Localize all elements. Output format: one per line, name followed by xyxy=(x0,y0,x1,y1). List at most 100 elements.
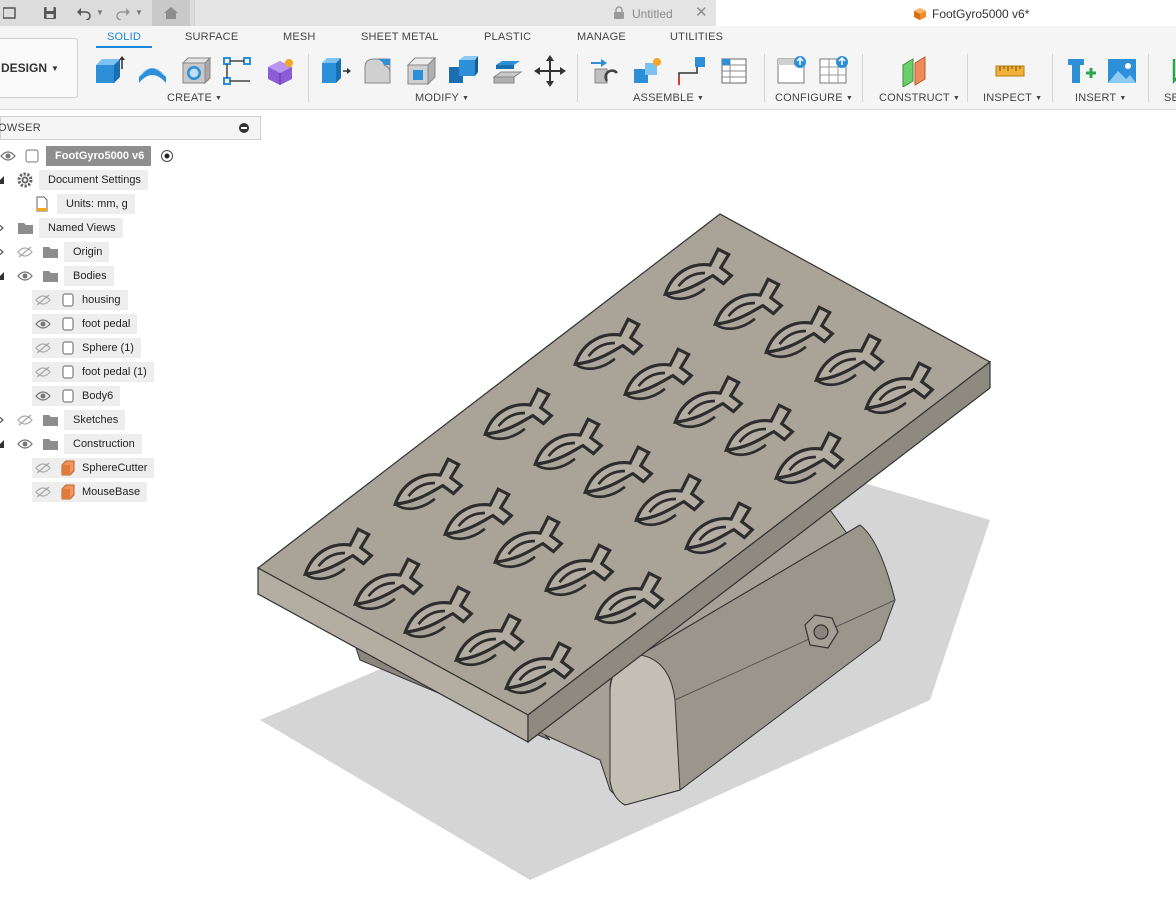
browser-node-document-settings[interactable]: Document Settings xyxy=(0,170,160,190)
new-component-icon[interactable] xyxy=(92,54,126,88)
activate-radio-icon[interactable] xyxy=(159,148,175,164)
group-inspect[interactable]: INSPECT ▼ xyxy=(983,92,1042,104)
browser-node-origin[interactable]: Origin xyxy=(0,242,160,262)
expand-triangle-icon[interactable] xyxy=(0,174,6,186)
offset-plane-icon[interactable] xyxy=(898,54,932,88)
browser-node-mousebase[interactable]: MouseBase xyxy=(0,482,180,502)
title-bar: ▼ ▼ Untitled ✕ FootGyro5000 v6* xyxy=(0,0,1176,26)
tab-mesh[interactable]: MESH xyxy=(283,31,316,43)
group-divider xyxy=(862,54,863,102)
tab-solid[interactable]: SOLID xyxy=(107,31,141,43)
browser-node-housing[interactable]: housing xyxy=(0,290,160,310)
group-modify[interactable]: MODIFY ▼ xyxy=(415,92,469,104)
expand-triangle-icon[interactable] xyxy=(0,438,6,450)
hole-icon[interactable] xyxy=(178,54,212,88)
eye-icon[interactable] xyxy=(0,148,16,164)
browser-node-foot-pedal[interactable]: foot pedal xyxy=(0,314,160,334)
tab-plastic[interactable]: PLASTIC xyxy=(484,31,531,43)
tab-untitled[interactable]: Untitled ✕ xyxy=(194,0,716,26)
browser-node-foot-pedal-1[interactable]: foot pedal (1) xyxy=(0,362,180,382)
body-icon xyxy=(60,388,76,404)
browser-node-bodies[interactable]: Bodies xyxy=(0,266,160,286)
ribbon-toolbar: DESIGN ▼ SOLID SURFACE MESH SHEET METAL … xyxy=(0,26,1176,110)
collapsed-triangle-icon[interactable] xyxy=(0,246,6,258)
eye-hidden-icon[interactable] xyxy=(35,292,51,308)
measure-icon[interactable] xyxy=(993,54,1027,88)
joint-icon[interactable] xyxy=(588,54,622,88)
eye-hidden-icon[interactable] xyxy=(35,364,51,380)
replace-face-icon[interactable] xyxy=(490,54,524,88)
browser-node-named-views[interactable]: Named Views xyxy=(0,218,160,238)
press-pull-icon[interactable] xyxy=(318,54,352,88)
expand-triangle-icon[interactable] xyxy=(0,270,6,282)
insert-canvas-icon[interactable] xyxy=(1105,54,1139,88)
eye-hidden-icon[interactable] xyxy=(35,484,51,500)
form-icon[interactable] xyxy=(263,54,297,88)
motion-link-icon[interactable] xyxy=(674,54,708,88)
eye-hidden-icon[interactable] xyxy=(35,340,51,356)
browser-label[interactable]: Document Settings xyxy=(39,170,148,190)
browser-label[interactable]: Units: mm, g xyxy=(57,194,135,214)
tab-manage[interactable]: MANAGE xyxy=(577,31,626,43)
undo-caret-icon[interactable]: ▼ xyxy=(96,8,104,17)
body-icon xyxy=(60,316,76,332)
browser-node-construction[interactable]: Construction xyxy=(0,434,160,454)
construction-plane-icon xyxy=(60,460,76,476)
browser-title: OWSER xyxy=(0,122,42,134)
collapse-panel-icon[interactable] xyxy=(239,123,249,133)
eye-hidden-icon[interactable] xyxy=(35,460,51,476)
tab-surface[interactable]: SURFACE xyxy=(185,31,238,43)
collapsed-triangle-icon[interactable] xyxy=(0,222,6,234)
bill-of-materials-icon[interactable] xyxy=(717,54,751,88)
browser-label[interactable]: Bodies xyxy=(64,266,114,286)
fillet-icon[interactable] xyxy=(361,54,395,88)
browser-node-body6[interactable]: Body6 xyxy=(0,386,160,406)
shell-icon[interactable] xyxy=(404,54,438,88)
browser-node-spherecutter[interactable]: SphereCutter xyxy=(0,458,180,478)
group-divider xyxy=(577,54,578,102)
browser-label[interactable]: Sketches xyxy=(64,410,126,430)
root-component-label[interactable]: FootGyro5000 v6 xyxy=(46,146,152,166)
eye-icon[interactable] xyxy=(35,316,51,332)
home-tab[interactable] xyxy=(152,0,190,26)
eye-hidden-icon[interactable] xyxy=(17,244,33,260)
browser-label[interactable]: Origin xyxy=(64,242,110,262)
combine-icon[interactable] xyxy=(446,54,480,88)
group-select[interactable]: SE xyxy=(1164,92,1176,104)
close-tab-icon[interactable]: ✕ xyxy=(695,3,708,21)
group-insert[interactable]: INSERT ▼ xyxy=(1075,92,1126,104)
eye-hidden-icon[interactable] xyxy=(17,412,33,428)
redo-caret-icon[interactable]: ▼ xyxy=(135,8,143,17)
group-construct[interactable]: CONSTRUCT ▼ xyxy=(879,92,960,104)
create-sketch-icon[interactable] xyxy=(220,54,254,88)
move-copy-icon[interactable] xyxy=(533,54,567,88)
eye-icon[interactable] xyxy=(17,436,33,452)
group-create[interactable]: CREATE ▼ xyxy=(167,92,222,104)
eye-icon[interactable] xyxy=(35,388,51,404)
select-icon[interactable] xyxy=(1160,54,1176,88)
browser-node-sketches[interactable]: Sketches xyxy=(0,410,160,430)
browser-label[interactable]: Construction xyxy=(64,434,142,454)
tab-sheet-metal[interactable]: SHEET METAL xyxy=(361,31,439,43)
revolve-icon[interactable] xyxy=(135,54,169,88)
tab-footgyro5000[interactable]: FootGyro5000 v6* xyxy=(716,0,1176,26)
grid-menu-icon[interactable] xyxy=(0,4,20,22)
browser-node-sphere[interactable]: Sphere (1) xyxy=(0,338,160,358)
configuration-table-icon[interactable] xyxy=(817,54,851,88)
browser-node-units[interactable]: Units: mm, g xyxy=(0,194,160,214)
new-component-assemble-icon[interactable] xyxy=(630,54,664,88)
save-icon[interactable] xyxy=(40,4,60,22)
insert-mcmaster-icon[interactable] xyxy=(1063,54,1097,88)
workspace-switcher[interactable]: DESIGN ▼ xyxy=(0,38,78,98)
collapsed-triangle-icon[interactable] xyxy=(0,414,6,426)
configure-design-icon[interactable] xyxy=(775,54,809,88)
3d-viewport[interactable] xyxy=(250,190,1010,890)
group-assemble[interactable]: ASSEMBLE ▼ xyxy=(633,92,704,104)
redo-icon[interactable] xyxy=(113,4,133,22)
tab-utilities[interactable]: UTILITIES xyxy=(670,31,723,43)
browser-root[interactable]: FootGyro5000 v6 xyxy=(0,146,200,166)
browser-label[interactable]: Named Views xyxy=(39,218,123,238)
undo-icon[interactable] xyxy=(74,4,94,22)
group-configure[interactable]: CONFIGURE ▼ xyxy=(775,92,853,104)
eye-icon[interactable] xyxy=(17,268,33,284)
